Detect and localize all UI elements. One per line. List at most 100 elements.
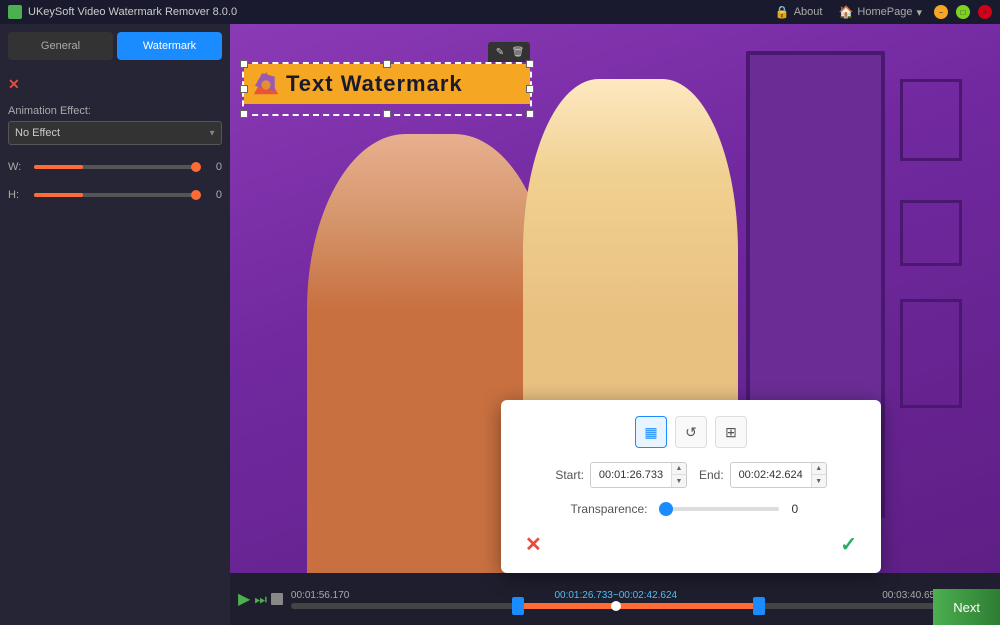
watermark-delete-button[interactable]: 🗑 <box>510 44 526 60</box>
tab-general[interactable]: General <box>8 32 113 60</box>
end-time-input[interactable]: 00:02:42.624 ▲ ▼ <box>730 462 827 488</box>
homepage-nav[interactable]: 🏠 HomePage ▾ <box>838 5 922 19</box>
time-labels: 00:01:56.170 00:01:26.733~00:02:42.624 0… <box>291 590 941 601</box>
transparency-label: Transparence: <box>571 502 648 516</box>
lock-icon: 🔒 <box>775 5 790 19</box>
popup-dialog: ▦ ↺ ⊞ Start: 00:01:26.733 ▲ ▼ <box>501 400 881 573</box>
timeline-thumb-end[interactable] <box>753 597 765 615</box>
main-layout: General Watermark ✕ Animation Effect: No… <box>0 24 1000 625</box>
resize-handle-bm[interactable] <box>383 110 391 118</box>
h-slider[interactable] <box>34 193 196 197</box>
play-controls: ▶ ⏭ <box>238 589 283 609</box>
resize-handle-tl[interactable] <box>240 60 248 68</box>
popup-filter-button[interactable]: ▦ <box>635 416 667 448</box>
w-slider[interactable] <box>34 165 196 169</box>
transparency-slider[interactable] <box>659 507 779 511</box>
end-time-down[interactable]: ▼ <box>812 475 826 487</box>
h-slider-value: 0 <box>202 189 222 201</box>
timeline-thumb-start[interactable] <box>512 597 524 615</box>
popup-time-row: Start: 00:01:26.733 ▲ ▼ End: 00:02:42.62… <box>517 462 865 488</box>
size-w-field: W: 0 <box>8 157 222 173</box>
window-controls: − □ × <box>934 5 992 19</box>
scene-frame-1 <box>900 79 962 161</box>
h-slider-thumb <box>191 190 201 200</box>
popup-transparency-row: Transparence: 0 <box>517 502 865 516</box>
tab-watermark[interactable]: Watermark <box>117 32 222 60</box>
animation-select-wrapper: No Effect <box>8 121 222 145</box>
resize-handle-tm[interactable] <box>383 60 391 68</box>
time-center: 00:01:26.733~00:02:42.624 <box>554 590 677 601</box>
close-watermark-button[interactable]: ✕ <box>8 76 20 93</box>
end-time-up[interactable]: ▲ <box>812 463 826 475</box>
watermark-text: Text Watermark <box>286 71 463 97</box>
w-slider-thumb <box>191 162 201 172</box>
resize-handle-bl[interactable] <box>240 110 248 118</box>
stop-button[interactable] <box>271 593 283 605</box>
app-title: UKeySoft Video Watermark Remover 8.0.0 <box>28 6 237 18</box>
title-bar: UKeySoft Video Watermark Remover 8.0.0 🔒… <box>0 0 1000 24</box>
h-label: H: <box>8 189 28 201</box>
timeline-area: ▶ ⏭ 00:01:56.170 00:01:26.733~00:02:42.6… <box>230 573 1000 625</box>
watermark-selection[interactable]: ✎ 🗑 Text Watermark <box>242 62 532 116</box>
start-time-spinner: ▲ ▼ <box>671 463 686 487</box>
start-time-group: Start: 00:01:26.733 ▲ ▼ <box>555 462 687 488</box>
animation-effect-field: Animation Effect: No Effect <box>8 105 222 145</box>
home-icon: 🏠 <box>838 5 853 19</box>
animation-effect-label: Animation Effect: <box>8 105 222 117</box>
transparency-value: 0 <box>791 502 811 516</box>
resize-handle-ml[interactable] <box>240 85 248 93</box>
play-button[interactable]: ▶ <box>238 589 250 609</box>
start-time-up[interactable]: ▲ <box>672 463 686 475</box>
popup-reset-button[interactable]: ↺ <box>675 416 707 448</box>
timeline-cursor <box>611 601 621 611</box>
size-h-field: H: 0 <box>8 185 222 201</box>
chevron-down-icon: ▾ <box>916 6 922 19</box>
animation-effect-select[interactable]: No Effect <box>8 121 222 145</box>
resize-handle-br[interactable] <box>526 110 534 118</box>
time-right: 00:03:40.659 <box>882 590 940 601</box>
scene-frame-3 <box>900 299 962 409</box>
end-time-value: 00:02:42.624 <box>731 465 811 485</box>
timeline-range <box>518 603 758 609</box>
resize-handle-tr[interactable] <box>526 60 534 68</box>
maximize-button[interactable]: □ <box>956 5 970 19</box>
popup-bottom-bar: ✕ ✓ <box>517 532 865 557</box>
center-content: ✎ 🗑 Text Watermark <box>230 24 1000 625</box>
h-slider-fill <box>34 193 83 197</box>
skip-button[interactable]: ⏭ <box>254 591 267 608</box>
start-time-value: 00:01:26.733 <box>591 465 671 485</box>
next-button[interactable]: Next <box>933 589 1000 625</box>
end-time-label: End: <box>699 468 724 482</box>
end-time-group: End: 00:02:42.624 ▲ ▼ <box>699 462 827 488</box>
transparency-thumb[interactable] <box>659 502 673 516</box>
w-slider-row: W: 0 <box>8 161 222 173</box>
start-time-input[interactable]: 00:01:26.733 ▲ ▼ <box>590 462 687 488</box>
end-time-spinner: ▲ ▼ <box>811 463 826 487</box>
start-time-down[interactable]: ▼ <box>672 475 686 487</box>
popup-grid-button[interactable]: ⊞ <box>715 416 747 448</box>
watermark-edit-button[interactable]: ✎ <box>492 44 508 60</box>
title-nav: 🔒 About 🏠 HomePage ▾ <box>775 5 922 19</box>
w-slider-value: 0 <box>202 161 222 173</box>
timeline-track[interactable] <box>291 603 941 609</box>
watermark-toolbar: ✎ 🗑 <box>488 42 530 62</box>
resize-handle-mr[interactable] <box>526 85 534 93</box>
popup-toolbar: ▦ ↺ ⊞ <box>517 416 865 448</box>
time-left: 00:01:56.170 <box>291 590 349 601</box>
w-slider-fill <box>34 165 83 169</box>
close-button[interactable]: × <box>978 5 992 19</box>
w-label: W: <box>8 161 28 173</box>
sidebar-tabs: General Watermark <box>8 32 222 60</box>
watermark-logo-icon <box>252 70 280 98</box>
minimize-button[interactable]: − <box>934 5 948 19</box>
start-time-label: Start: <box>555 468 584 482</box>
about-nav[interactable]: 🔒 About <box>775 5 823 19</box>
title-bar-left: UKeySoft Video Watermark Remover 8.0.0 <box>8 5 237 19</box>
left-sidebar: General Watermark ✕ Animation Effect: No… <box>0 24 230 625</box>
popup-cancel-button[interactable]: ✕ <box>525 532 542 557</box>
h-slider-row: H: 0 <box>8 189 222 201</box>
timeline-wrapper: 00:01:56.170 00:01:26.733~00:02:42.624 0… <box>291 590 941 609</box>
watermark-content: Text Watermark <box>244 64 530 104</box>
popup-confirm-button[interactable]: ✓ <box>840 532 857 557</box>
app-logo <box>8 5 22 19</box>
